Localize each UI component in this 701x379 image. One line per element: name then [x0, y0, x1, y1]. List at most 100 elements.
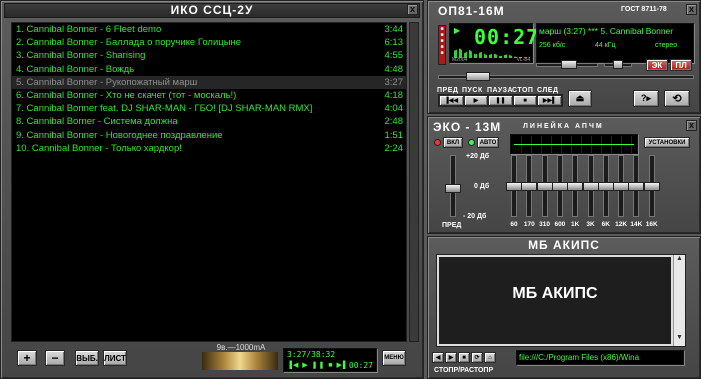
playlist-item[interactable]: 8. Cannibal Borner - Система должна 2:48: [12, 115, 406, 128]
next-button[interactable]: ▶▶▌: [537, 95, 562, 106]
browser-stop-button[interactable]: ■: [458, 352, 470, 363]
playlist-item-duration: 4:48: [384, 63, 404, 75]
playlist-item-title: 10. Cannibal Bonner - Только хардкор!: [16, 142, 182, 154]
playlist-item[interactable]: 9. Cannibal Bonner - Новогоднее поздравл…: [12, 129, 406, 142]
eq-band-slider-knob[interactable]: [597, 181, 614, 191]
eq-band-slider[interactable]: [521, 155, 538, 217]
browser-forward-button[interactable]: ▶: [445, 352, 457, 363]
eq-close-button[interactable]: x: [686, 120, 697, 131]
menu-button[interactable]: МЕНЮ: [382, 350, 406, 366]
browser-display-area: МБ АКИПС: [437, 255, 673, 346]
playlist-item-duration: 2:48: [384, 116, 404, 128]
browser-scrollbar[interactable]: ▲ ▼: [673, 255, 685, 346]
eq-band-slider-knob[interactable]: [582, 181, 599, 191]
playlist-title[interactable]: ИКО ССЦ-2У: [4, 3, 420, 18]
eq-band-slider[interactable]: [567, 155, 584, 217]
mini-display: 3:27/38:32 ▐◀ ▶ ❚❚ ■ ▶▌ 00:27: [283, 348, 377, 372]
pause-button[interactable]: ❚❚: [488, 95, 513, 106]
playlist-item[interactable]: 4. Cannibal Bonner - Вождь 4:48: [12, 63, 406, 76]
scroll-up-icon[interactable]: ▲: [674, 255, 685, 267]
select-button[interactable]: ВЫБ.: [75, 350, 99, 366]
browser-display-text: МБ АКИПС: [512, 285, 598, 302]
player-close-button[interactable]: x: [686, 4, 697, 15]
remove-button[interactable]: −: [45, 350, 65, 366]
eq-toggle-button[interactable]: ЭК: [646, 59, 668, 71]
mini-transport-icons[interactable]: ▐◀ ▶ ❚❚ ■ ▶▌: [287, 361, 349, 369]
eq-band-slider[interactable]: [506, 155, 522, 217]
equalizer-window: ЭКО - 13М ЛИНЕЙКА АПЧМ x ВКЛ АВТО УСТАНО…: [427, 116, 701, 234]
playlist-item[interactable]: 6. Cannibal Bonner - Хто не скачет (тот …: [12, 89, 406, 102]
preamp-slider-knob[interactable]: [445, 184, 461, 194]
eq-band-slider[interactable]: [536, 155, 553, 217]
eq-presets-button[interactable]: УСТАНОВКИ: [644, 137, 690, 148]
eq-subtitle: ЛИНЕЙКА АПЧМ: [523, 123, 604, 130]
eq-band-slider[interactable]: [613, 155, 630, 217]
mini-counter: 00:27: [348, 361, 373, 370]
model-label: М2004: [452, 57, 468, 63]
eject-button[interactable]: ⏏: [568, 90, 592, 107]
eq-auto-button[interactable]: АВТО: [477, 137, 499, 148]
eq-band-slider[interactable]: [643, 155, 660, 217]
eq-band-slider-knob[interactable]: [628, 181, 645, 191]
repeat-button[interactable]: ⟲: [664, 90, 690, 107]
eq-band-slider-knob[interactable]: [521, 181, 538, 191]
browser-home-button[interactable]: ⌂: [484, 352, 496, 363]
mini-time: 3:27/38:32: [287, 350, 336, 359]
transport-label: СЛЕД: [537, 87, 559, 94]
transport-label: ПАУЗА: [487, 87, 514, 94]
eq-on-button[interactable]: ВКЛ: [443, 137, 463, 148]
eq-band-slider-knob[interactable]: [567, 181, 584, 191]
playlist-toggle-button[interactable]: ПЛ: [670, 59, 692, 71]
volume-knob[interactable]: [561, 60, 578, 69]
playlist-close-button[interactable]: x: [407, 4, 418, 15]
playlist-item-title: 8. Cannibal Borner - Система должна: [16, 116, 178, 128]
add-button[interactable]: +: [17, 350, 37, 366]
playlist-track-list[interactable]: 1. Cannibal Bonner - 6 Fleet demo 3:44 2. …: [11, 22, 407, 342]
playlist-item[interactable]: 7. Cannibal Bonner feat. DJ SHAR-MAN - Г…: [12, 102, 406, 115]
browser-back-button[interactable]: ◀: [432, 352, 444, 363]
seek-knob[interactable]: [465, 72, 490, 81]
browser-refresh-button[interactable]: ⟳: [471, 352, 483, 363]
browser-viewport: МБ АКИПС ▲ ▼: [436, 254, 686, 347]
eq-band-slider[interactable]: [628, 155, 645, 217]
time-display[interactable]: ▶ 00:27 М2004 VL-84: [449, 23, 538, 63]
list-button[interactable]: ЛИСТ: [103, 350, 127, 366]
eq-band-slider[interactable]: [582, 155, 599, 217]
db-top-label: +20 Дб: [466, 153, 490, 160]
playlist-item-title: 5. Cannibal Bonner - Рукопожатный марш: [16, 76, 198, 88]
track-info-text[interactable]: марш (3:27) *** 5. Cannibal Bonner: [539, 26, 691, 36]
playlist-item[interactable]: 2. Cannibal Bonner - Баллада о поручике …: [12, 36, 406, 49]
eq-band-freq-label: 16K: [645, 221, 658, 228]
player-title[interactable]: ОП81-16М: [438, 4, 505, 18]
playlist-item-title: 6. Cannibal Bonner - Хто не скачет (тот …: [16, 89, 237, 101]
eq-band-slider-knob[interactable]: [643, 181, 660, 191]
play-button[interactable]: ▶: [463, 95, 489, 106]
playlist-item[interactable]: 5. Cannibal Bonner - Рукопожатный марш 3:…: [12, 75, 406, 89]
vu-label: VL-84: [516, 57, 530, 63]
shuffle-button[interactable]: ?▸: [633, 90, 659, 107]
preamp-slider[interactable]: [445, 155, 461, 217]
eq-band-slider[interactable]: [597, 155, 614, 217]
eq-band-slider-knob[interactable]: [613, 181, 630, 191]
transport-label: СТОП: [512, 87, 534, 94]
browser-title[interactable]: МБ АКИПС: [428, 238, 700, 252]
playlist-item[interactable]: 1. Cannibal Bonner - 6 Fleet demo 3:44: [12, 23, 406, 36]
playlist-scrollbar[interactable]: [409, 22, 419, 342]
browser-url-field[interactable]: file:///C:/Program Files (x86)/Wina: [516, 350, 684, 365]
prev-button[interactable]: ▐◀◀: [439, 95, 464, 106]
stop-button[interactable]: ■: [512, 95, 538, 106]
eq-band-slider[interactable]: [551, 155, 568, 217]
scroll-down-icon[interactable]: ▼: [674, 334, 685, 346]
playlist-item-title: 7. Cannibal Bonner feat. DJ SHAR-MAN - Г…: [16, 103, 313, 115]
browser-window: МБ АКИПС МБ АКИПС ▲ ▼ ◀ ▶ ■ ⟳ ⌂ file:///…: [427, 236, 701, 379]
playlist-item[interactable]: 3. Cannibal Bonner - Sharising 4:55: [12, 49, 406, 62]
eq-band-slider-knob[interactable]: [536, 181, 553, 191]
eq-title[interactable]: ЭКО - 13М: [433, 120, 501, 134]
eq-band-slider-knob[interactable]: [551, 181, 568, 191]
battery-label: 9в.—1000mA: [216, 343, 266, 352]
playlist-item-title: 2. Cannibal Bonner - Баллада о поручике …: [16, 37, 242, 49]
playlist-item[interactable]: 10. Cannibal Bonner - Только хардкор! 2:2…: [12, 142, 406, 155]
eq-band-slider-knob[interactable]: [506, 181, 522, 191]
balance-knob[interactable]: [613, 60, 623, 69]
playlist-item-duration: 1:51: [384, 129, 404, 141]
